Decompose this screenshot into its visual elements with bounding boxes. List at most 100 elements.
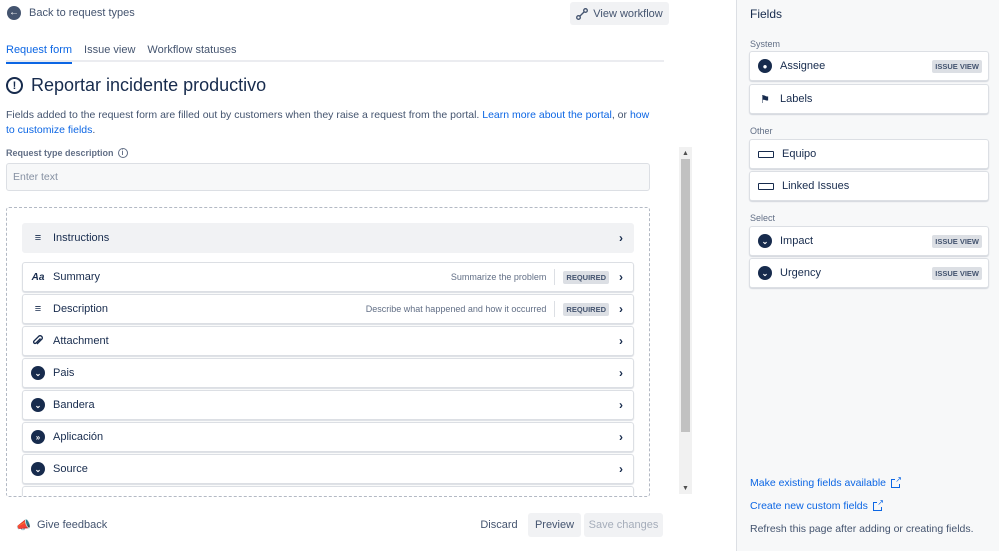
lines-icon: ≡ (34, 232, 42, 244)
description-label: Request type description i (6, 148, 128, 158)
section-other: Other (750, 126, 773, 136)
field-label: Attachment (53, 335, 109, 347)
field-label: Bandera (53, 399, 95, 411)
text-aa-icon: Aa (31, 271, 45, 283)
sidebar-field-assignee[interactable]: ● Assignee ISSUE VIEW (749, 51, 989, 81)
required-badge: REQUIRED (563, 302, 609, 316)
form-fields-dropzone: ≡ Instructions › Aa Summary Summarize th… (6, 207, 650, 497)
text-field-icon (758, 150, 774, 158)
section-select: Select (750, 213, 776, 223)
preview-button[interactable]: Preview (528, 513, 581, 537)
sidebar-field-label: Labels (780, 93, 813, 105)
chevron-right-icon: › (619, 430, 623, 444)
lines-icon: ≡ (34, 303, 42, 315)
field-row-attachment[interactable]: Attachment › (22, 326, 634, 356)
chevron-circle-icon: ⌄ (758, 234, 772, 248)
learn-more-portal-link[interactable]: Learn more about the portal (482, 109, 612, 121)
field-label: Description (53, 303, 109, 315)
back-to-request-types-link[interactable]: ← Back to request types (7, 6, 135, 20)
scroll-up-arrow-icon[interactable]: ▲ (679, 147, 692, 159)
field-label: Aplicación (53, 431, 104, 443)
text-field-icon (758, 182, 774, 190)
double-chevron-circle-icon: » (31, 430, 45, 444)
chevron-circle-icon: ⌄ (31, 462, 45, 476)
scroll-thumb[interactable] (681, 159, 690, 432)
field-row-source[interactable]: ⌄ Source › (22, 454, 634, 484)
field-label: Pais (53, 367, 75, 379)
create-custom-fields-link[interactable]: Create new custom fields (750, 497, 884, 512)
arrow-left-icon: ← (7, 6, 21, 20)
sidebar-field-label: Equipo (782, 148, 817, 160)
chevron-circle-icon: ⌄ (758, 266, 772, 280)
tab-request-form[interactable]: Request form (6, 36, 73, 64)
sidebar-field-label: Assignee (780, 60, 826, 72)
required-badge: REQUIRED (563, 270, 609, 284)
field-row-pais[interactable]: ⌄ Pais › (22, 358, 634, 388)
chevron-right-icon: › (619, 334, 623, 348)
issue-view-badge: ISSUE VIEW (932, 266, 982, 280)
issue-view-badge: ISSUE VIEW (932, 59, 982, 73)
chevron-circle-icon: ⌄ (31, 366, 45, 380)
sidebar-field-linked-issues[interactable]: Linked Issues (749, 171, 989, 201)
field-row-instructions[interactable]: ≡ Instructions › (22, 223, 634, 253)
chevron-right-icon: › (619, 398, 623, 412)
tab-issue-view[interactable]: Issue view (84, 36, 135, 62)
sidebar-field-impact[interactable]: ⌄ Impact ISSUE VIEW (749, 226, 989, 256)
chevron-right-icon: › (619, 270, 623, 284)
chevron-circle-icon: ⌄ (31, 398, 45, 412)
field-row-summary[interactable]: Aa Summary Summarize the problem REQUIRE… (22, 262, 634, 292)
title-row: ! Reportar incidente productivo (6, 75, 266, 96)
field-row-bandera[interactable]: ⌄ Bandera › (22, 390, 634, 420)
view-workflow-button[interactable]: View workflow (570, 2, 669, 25)
discard-button[interactable]: Discard (474, 513, 524, 537)
page-title: Reportar incidente productivo (31, 75, 267, 95)
refresh-note: Refresh this page after adding or creati… (750, 523, 974, 535)
request-type-description-input[interactable] (6, 163, 650, 191)
make-existing-fields-label: Make existing fields available (750, 477, 886, 489)
save-changes-button[interactable]: Save changes (584, 513, 663, 537)
intro-body: Fields added to the request form are fil… (6, 109, 480, 121)
back-label: Back to request types (29, 7, 135, 19)
sidebar-field-label: Urgency (780, 267, 821, 279)
sidebar-field-equipo[interactable]: Equipo (749, 139, 989, 169)
field-row-aplicacion[interactable]: » Aplicación › (22, 422, 634, 452)
intro-or: , or (611, 109, 628, 121)
tag-icon: ⚑ (760, 93, 770, 106)
workflow-icon (576, 7, 589, 20)
intro-end: . (92, 124, 96, 136)
view-workflow-label: View workflow (593, 7, 663, 20)
scroll-down-arrow-icon[interactable]: ▼ (679, 482, 692, 494)
field-label: Source (53, 463, 88, 475)
make-existing-fields-link[interactable]: Make existing fields available (750, 474, 902, 489)
feedback-label: Give feedback (36, 519, 108, 531)
create-custom-fields-label: Create new custom fields (750, 500, 868, 512)
info-icon[interactable]: i (117, 148, 128, 158)
tab-bar: Request form Issue view Workflow statuse… (6, 36, 664, 64)
field-label: Summary (53, 271, 101, 283)
section-system: System (750, 39, 781, 49)
field-row-description[interactable]: ≡ Description Describe what happened and… (22, 294, 634, 324)
field-hint: Summarize the problem (451, 269, 556, 285)
paperclip-icon (31, 334, 45, 348)
app-root: ← Back to request types View workflow Re… (0, 0, 999, 551)
sidebar-title: Fields (750, 7, 783, 21)
form-scrollbar[interactable]: ▲ ▼ (679, 147, 692, 494)
chevron-right-icon: › (619, 462, 623, 476)
field-row-partial[interactable] (22, 486, 634, 496)
user-icon: ● (758, 59, 772, 73)
chevron-right-icon: › (619, 366, 623, 380)
sidebar-field-labels[interactable]: ⚑ Labels (749, 84, 989, 114)
sidebar-field-label: Impact (780, 235, 814, 247)
give-feedback-button[interactable]: 📣 Give feedback (16, 518, 107, 532)
chevron-right-icon: › (619, 231, 623, 245)
intro-text: Fields added to the request form are fil… (6, 108, 656, 138)
megaphone-icon: 📣 (16, 518, 31, 532)
field-label: Instructions (53, 232, 110, 244)
external-link-icon (872, 497, 884, 511)
issue-view-badge: ISSUE VIEW (932, 234, 982, 248)
chevron-right-icon: › (619, 302, 623, 316)
sidebar-field-label: Linked Issues (782, 180, 850, 192)
sidebar-field-urgency[interactable]: ⌄ Urgency ISSUE VIEW (749, 258, 989, 288)
description-label-text: Request type description (6, 148, 114, 158)
tab-workflow-statuses[interactable]: Workflow statuses (147, 36, 236, 62)
